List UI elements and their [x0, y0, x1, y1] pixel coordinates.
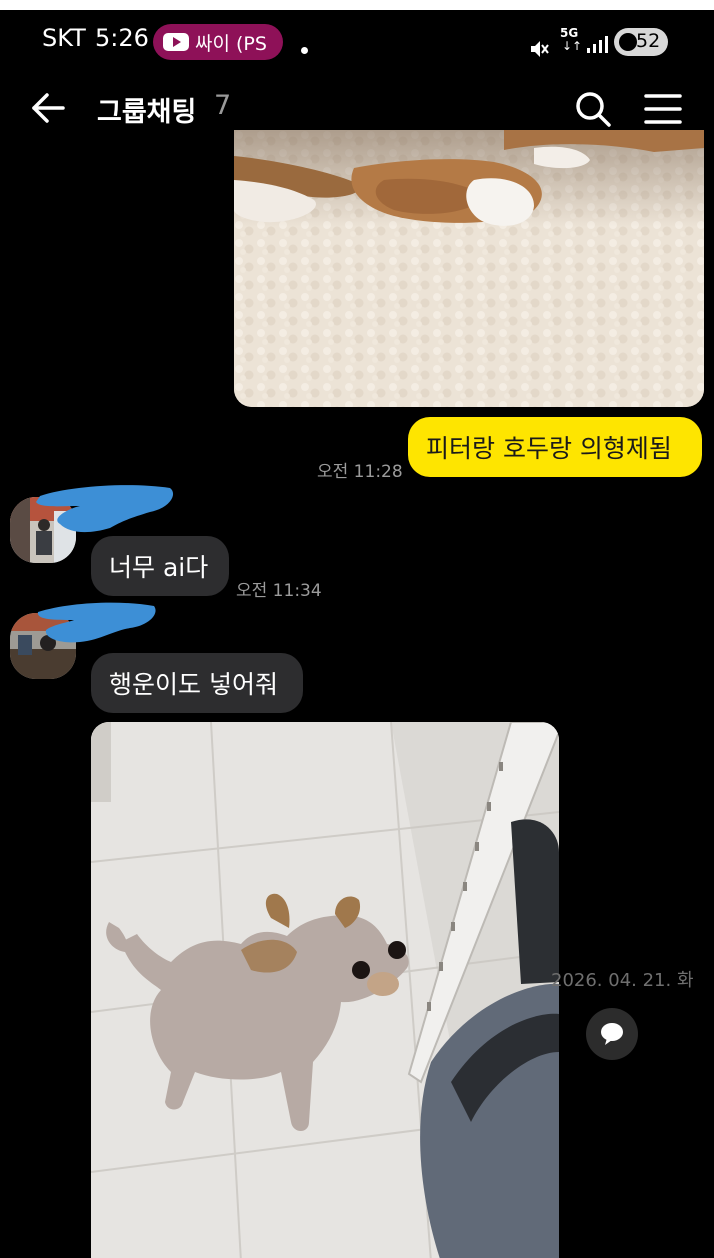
redacted-name-scribble: [36, 485, 174, 533]
top-strip: [0, 0, 714, 10]
media-playing-pill[interactable]: 싸이 (PS: [153, 24, 283, 60]
chat-title: 그룹채팅: [97, 97, 197, 128]
media-pill-label: 싸이 (PS: [195, 32, 267, 55]
cat-photo-image: [234, 130, 704, 407]
comment-icon-glyph: [601, 1023, 623, 1045]
notification-dot: [301, 47, 308, 54]
mute-icon: [531, 41, 549, 57]
member-message-bubble[interactable]: 너무 ai다: [91, 536, 229, 596]
redacted-name-scribble: [37, 602, 156, 643]
member-message-bubble[interactable]: 행운이도 넣어줘: [91, 653, 303, 713]
dog-photo-image: [91, 722, 559, 1258]
battery-level: 52: [636, 30, 661, 52]
youtube-icon: [163, 33, 189, 51]
carrier-label: SKT: [42, 24, 86, 52]
shared-photo-dog[interactable]: [91, 722, 559, 1258]
message-timestamp: 오전 11:34: [236, 581, 322, 601]
clock: 5:26: [95, 24, 149, 52]
arrow-left-icon[interactable]: [30, 90, 66, 126]
hamburger-menu-icon[interactable]: [644, 92, 682, 126]
my-message-bubble[interactable]: 피터랑 호두랑 의형제됨: [408, 417, 702, 477]
speech-bubble-icon[interactable]: [586, 1008, 638, 1060]
message-timestamp: 오전 11:28: [317, 462, 403, 482]
network-activity: ↓↑: [562, 39, 583, 53]
network-type: 5G: [560, 26, 579, 40]
message-text: 피터랑 호두랑 의형제됨: [426, 434, 672, 463]
power-saving-icon: [619, 33, 637, 51]
search-icon[interactable]: [574, 90, 612, 128]
shared-photo-cats[interactable]: [234, 130, 704, 407]
battery-indicator: 52: [614, 28, 668, 56]
signal-icon: [587, 36, 608, 53]
photo-date-label: 2026. 04. 21. 화: [551, 970, 694, 991]
chat-screen: SKT 5:26 싸이 (PS 5G ↓↑ 52 그룹채팅 7 피터랑 호두랑 …: [0, 0, 714, 1258]
status-bar: SKT 5:26 싸이 (PS 5G ↓↑ 52: [0, 10, 714, 72]
message-text: 행운이도 넣어줘: [109, 670, 278, 699]
message-text: 너무 ai다: [109, 553, 209, 582]
member-count: 7: [214, 90, 232, 121]
